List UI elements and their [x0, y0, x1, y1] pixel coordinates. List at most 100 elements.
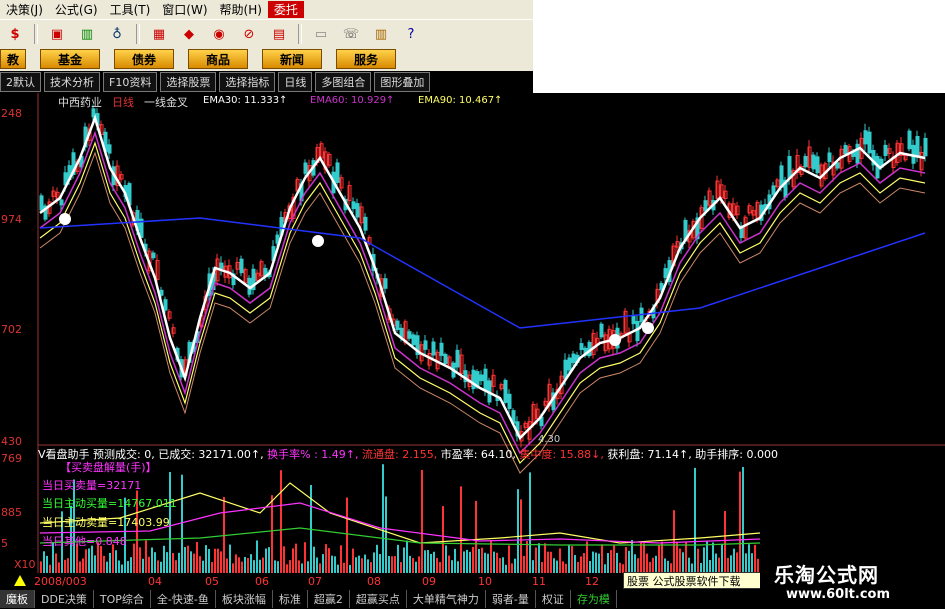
binoculars-icon[interactable]: ♁	[104, 24, 130, 44]
select-stock-tab[interactable]: 选择股票	[160, 72, 217, 92]
flag-icon[interactable]: ▣	[44, 24, 70, 44]
menu-window[interactable]: 窗口(W)	[156, 1, 213, 18]
volume-bar	[499, 558, 501, 573]
volume-bar	[712, 542, 714, 573]
candle-body	[39, 195, 44, 211]
daily-tab[interactable]: 日线	[278, 72, 313, 92]
nav-fund-button[interactable]: 基金	[40, 49, 100, 69]
warning-triangle-icon	[14, 575, 26, 586]
tab-big-order[interactable]: 大单精气神力	[407, 590, 486, 608]
tab-moban[interactable]: 魔板	[0, 590, 35, 608]
monitor-icon[interactable]: ▭	[308, 24, 334, 44]
candle-body	[471, 369, 476, 390]
tab-standard[interactable]: 标准	[273, 590, 308, 608]
phone-icon[interactable]: ☏	[338, 24, 364, 44]
volume-bar	[229, 544, 231, 573]
f10-tab[interactable]: F10资料	[103, 72, 158, 92]
menu-decision[interactable]: 决策(J)	[0, 1, 49, 18]
overlay-tab[interactable]: 图形叠加	[374, 72, 431, 92]
volume-bar	[586, 541, 588, 573]
calculator-icon[interactable]: ▦	[146, 24, 172, 44]
volume-bar	[526, 541, 528, 573]
stamp-icon[interactable]: ▤	[266, 24, 292, 44]
volume-bar	[532, 560, 534, 573]
menu-tools[interactable]: 工具(T)	[104, 1, 157, 18]
menu-help[interactable]: 帮助(H)	[214, 1, 268, 18]
nav-service-button[interactable]: 服务	[336, 49, 396, 69]
volume-bar	[406, 540, 408, 573]
tab-weak-volume[interactable]: 弱者-量	[486, 590, 536, 608]
volume-bar	[727, 557, 729, 573]
date-label: 04	[148, 575, 162, 588]
smiley-marker	[59, 213, 71, 225]
volume-bar	[49, 564, 51, 573]
volume-bar	[589, 561, 591, 573]
tab-super-win2[interactable]: 超赢2	[308, 590, 350, 608]
volume-bar	[751, 553, 753, 573]
menu-trade[interactable]: 委托	[267, 1, 304, 18]
chart-icon[interactable]: ▥	[74, 24, 100, 44]
volume-bar	[172, 553, 174, 573]
multi-chart-tab[interactable]: 多图组合	[315, 72, 372, 92]
layout-default-tab[interactable]: 2默认	[0, 72, 41, 92]
date-label: 08	[367, 575, 381, 588]
info-profit: 获利盘: 71.14↑,	[607, 448, 692, 461]
volume-bar	[274, 560, 276, 573]
volume-bar	[445, 545, 447, 573]
tab-dde[interactable]: DDE决策	[35, 590, 94, 608]
nav-bond-button[interactable]: 债券	[114, 49, 174, 69]
nav-news-button[interactable]: 新闻	[262, 49, 322, 69]
nav-education-button[interactable]: 教	[0, 49, 26, 69]
volume-bar	[601, 544, 603, 573]
tech-analysis-tab[interactable]: 技术分析	[44, 72, 100, 92]
candle-body	[703, 200, 708, 212]
volume-bar	[82, 558, 84, 573]
volume-bar	[328, 548, 330, 573]
volume-bar	[556, 560, 558, 573]
book-icon[interactable]: ▥	[368, 24, 394, 44]
volume-bar	[562, 561, 564, 573]
volume-bar	[106, 561, 108, 573]
kline-chart-area[interactable]: 中西药业 日线 一线金叉 EMA30: 11.333↑ EMA60: 10.92…	[0, 93, 945, 609]
help-cursor-icon[interactable]: ?	[398, 24, 424, 44]
volume-bar	[607, 553, 609, 573]
tab-fast-fish[interactable]: 全-快速-鱼	[151, 590, 216, 608]
volume-bar	[352, 548, 354, 573]
volume-bar	[682, 552, 684, 573]
volume-bar	[307, 561, 309, 573]
tab-save-template[interactable]: 存为模	[571, 590, 617, 608]
category-nav: 教 基金 债券 商品 新闻 服务	[0, 47, 533, 71]
candle-body	[455, 349, 460, 368]
long-ma-line	[39, 217, 926, 329]
info-turnover: 换手率% : 1.49↑,	[267, 448, 359, 461]
tab-sector-rise[interactable]: 板块涨幅	[216, 590, 273, 608]
menu-formula[interactable]: 公式(G)	[49, 1, 104, 18]
nav-commodity-button[interactable]: 商品	[188, 49, 248, 69]
volume-bar	[295, 543, 297, 573]
select-indicator-tab[interactable]: 选择指标	[219, 72, 276, 92]
candle-body	[579, 343, 584, 350]
yaxis-mid1-label: 974	[1, 213, 22, 226]
volume-bar	[574, 555, 576, 573]
ball-icon[interactable]: ◉	[206, 24, 232, 44]
period-label: 日线	[112, 96, 134, 109]
volume-bar	[592, 551, 594, 573]
no-entry-icon[interactable]: ⊘	[236, 24, 262, 44]
volume-bar	[517, 489, 519, 573]
vol-x10: X10	[14, 558, 36, 571]
candle-body	[867, 131, 872, 154]
tab-super-win-buy[interactable]: 超赢买点	[350, 590, 407, 608]
volume-bar	[502, 557, 504, 573]
diamond-icon[interactable]: ◆	[176, 24, 202, 44]
volume-bar	[187, 545, 189, 573]
candle-body	[815, 156, 820, 174]
volume-bar	[142, 558, 144, 573]
volume-bar	[181, 474, 183, 573]
volume-bar	[703, 547, 705, 573]
volume-bar	[412, 558, 414, 573]
candle-body	[863, 130, 868, 145]
volume-bar	[283, 546, 285, 573]
tab-warrant[interactable]: 权证	[536, 590, 571, 608]
dollar-icon[interactable]: $	[2, 24, 28, 44]
tab-top[interactable]: TOP综合	[94, 590, 151, 608]
